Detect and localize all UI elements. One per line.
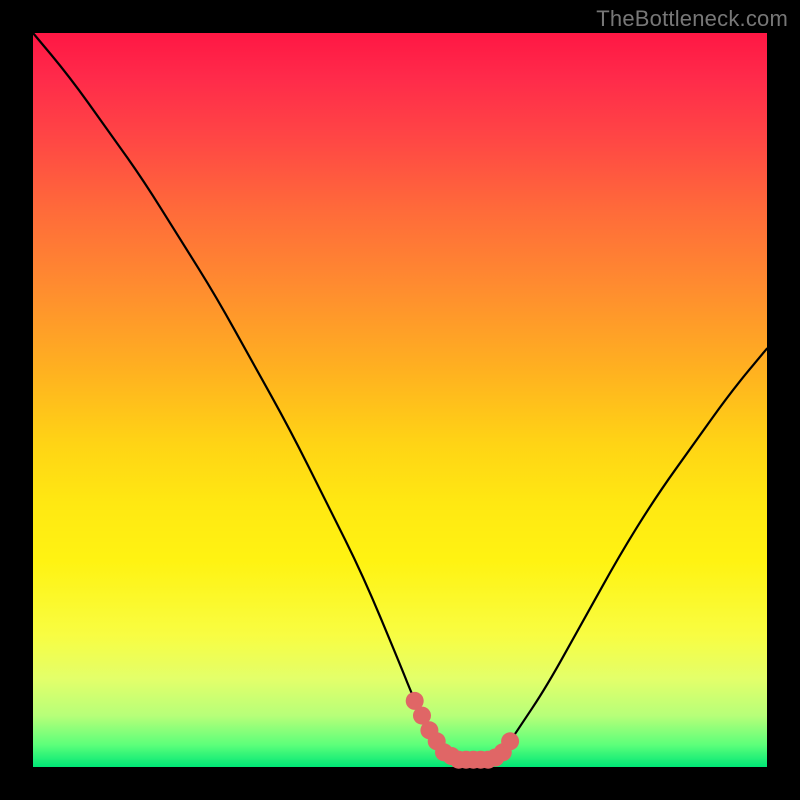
chart-plot-area: [33, 33, 767, 767]
chart-curve: [33, 33, 767, 760]
chart-highlight-markers: [406, 692, 519, 769]
chart-frame: TheBottleneck.com: [0, 0, 800, 800]
chart-svg: [33, 33, 767, 767]
watermark-label: TheBottleneck.com: [596, 6, 788, 32]
highlight-marker: [501, 732, 519, 750]
